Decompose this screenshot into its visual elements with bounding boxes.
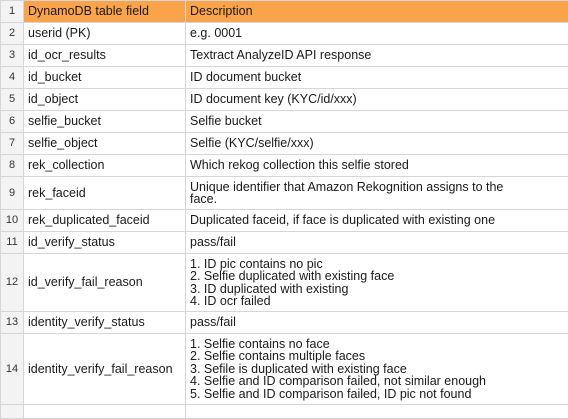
description-cell[interactable]: 1. ID pic contains no pic 2. Selfie dupl… <box>186 254 568 312</box>
description-cell[interactable]: Unique identifier that Amazon Rekognitio… <box>186 177 568 210</box>
field-cell[interactable]: id_ocr_results <box>24 45 186 67</box>
field-cell[interactable]: id_object <box>24 89 186 111</box>
description-line: Selfie (KYC/selfie/xxx) <box>190 137 564 150</box>
row-number[interactable]: 7 <box>1 133 24 155</box>
row-number[interactable]: 3 <box>1 45 24 67</box>
description-cell[interactable]: e.g. 0001 <box>186 23 568 45</box>
row-number[interactable]: 1 <box>1 1 24 23</box>
header-row: 1 DynamoDB table field Description <box>1 1 568 23</box>
table-row: 3 id_ocr_results Textract AnalyzeID API … <box>1 45 568 67</box>
field-cell[interactable]: rek_faceid <box>24 177 186 210</box>
row-number[interactable]: 15 <box>1 405 24 419</box>
spreadsheet-grid: 1 DynamoDB table field Description 2 use… <box>0 0 568 419</box>
field-cell[interactable]: id_bucket <box>24 67 186 89</box>
description-line: Textract AnalyzeID API response <box>190 49 564 62</box>
description-cell[interactable]: Textract AnalyzeID API response <box>186 45 568 67</box>
table-row: 14 identity_verify_fail_reason 1. Selfie… <box>1 334 568 405</box>
row-number[interactable]: 8 <box>1 155 24 177</box>
description-cell[interactable]: 1. Selfie contains no face 2. Selfie con… <box>186 334 568 405</box>
row-number[interactable]: 4 <box>1 67 24 89</box>
description-line: Unique identifier that Amazon Rekognitio… <box>190 181 564 194</box>
table-row: 10 rek_duplicated_faceid Duplicated face… <box>1 210 568 232</box>
description-line: pass/fail <box>190 236 564 249</box>
row-number[interactable]: 2 <box>1 23 24 45</box>
description-line: 2. Selfie contains multiple faces <box>190 350 564 363</box>
field-cell[interactable]: id_verify_status <box>24 232 186 254</box>
description-line: pass/fail <box>190 316 564 329</box>
row-number[interactable]: 9 <box>1 177 24 210</box>
row-number[interactable]: 12 <box>1 254 24 312</box>
description-cell[interactable]: pass/fail <box>186 232 568 254</box>
description-line: Which rekog collection this selfie store… <box>190 159 564 172</box>
description-cell[interactable]: Which rekog collection this selfie store… <box>186 155 568 177</box>
description-line: ID document bucket <box>190 71 564 84</box>
table-row: 5 id_object ID document key (KYC/id/xxx) <box>1 89 568 111</box>
table-row: 11 id_verify_status pass/fail <box>1 232 568 254</box>
header-description-cell[interactable]: Description <box>186 1 568 23</box>
field-cell[interactable]: selfie_bucket <box>24 111 186 133</box>
row-number[interactable]: 14 <box>1 334 24 405</box>
description-cell[interactable]: pass/fail <box>186 312 568 334</box>
description-cell[interactable]: ID document bucket <box>186 67 568 89</box>
field-cell[interactable]: identity_verify_status <box>24 312 186 334</box>
description-line: ID document key (KYC/id/xxx) <box>190 93 564 106</box>
field-cell[interactable]: identity_verify_fail_reason <box>24 334 186 405</box>
header-field-cell[interactable]: DynamoDB table field <box>24 1 186 23</box>
description-cell[interactable]: ID document key (KYC/id/xxx) <box>186 89 568 111</box>
description-cell[interactable]: Selfie (KYC/selfie/xxx) <box>186 133 568 155</box>
description-line: e.g. 0001 <box>190 27 564 40</box>
table-row: 15 <box>1 405 568 419</box>
table-row: 8 rek_collection Which rekog collection … <box>1 155 568 177</box>
field-cell[interactable] <box>24 405 186 419</box>
description-cell[interactable] <box>186 405 568 419</box>
description-line: Duplicated faceid, if face is duplicated… <box>190 214 564 227</box>
description-line: 4. ID ocr failed <box>190 295 564 308</box>
table-row: 2 userid (PK) e.g. 0001 <box>1 23 568 45</box>
row-number[interactable]: 5 <box>1 89 24 111</box>
description-line: 5. Selfie and ID comparison failed, ID p… <box>190 388 564 401</box>
description-cell[interactable]: Duplicated faceid, if face is duplicated… <box>186 210 568 232</box>
row-number[interactable]: 10 <box>1 210 24 232</box>
row-number[interactable]: 6 <box>1 111 24 133</box>
field-cell[interactable]: selfie_object <box>24 133 186 155</box>
table-row: 4 id_bucket ID document bucket <box>1 67 568 89</box>
description-line: face. <box>190 193 564 206</box>
row-number[interactable]: 13 <box>1 312 24 334</box>
table-row: 6 selfie_bucket Selfie bucket <box>1 111 568 133</box>
field-cell[interactable]: id_verify_fail_reason <box>24 254 186 312</box>
row-number[interactable]: 11 <box>1 232 24 254</box>
field-cell[interactable]: rek_collection <box>24 155 186 177</box>
description-line: 2. Selfie duplicated with existing face <box>190 270 564 283</box>
table-row: 13 identity_verify_status pass/fail <box>1 312 568 334</box>
description-line: 4. Selfie and ID comparison failed, not … <box>190 375 564 388</box>
field-cell[interactable]: userid (PK) <box>24 23 186 45</box>
spreadsheet: 1 DynamoDB table field Description 2 use… <box>0 0 568 410</box>
table-row: 12 id_verify_fail_reason 1. ID pic conta… <box>1 254 568 312</box>
description-cell[interactable]: Selfie bucket <box>186 111 568 133</box>
table-row: 7 selfie_object Selfie (KYC/selfie/xxx) <box>1 133 568 155</box>
description-line: Selfie bucket <box>190 115 564 128</box>
field-cell[interactable]: rek_duplicated_faceid <box>24 210 186 232</box>
table-row: 9 rek_faceid Unique identifier that Amaz… <box>1 177 568 210</box>
